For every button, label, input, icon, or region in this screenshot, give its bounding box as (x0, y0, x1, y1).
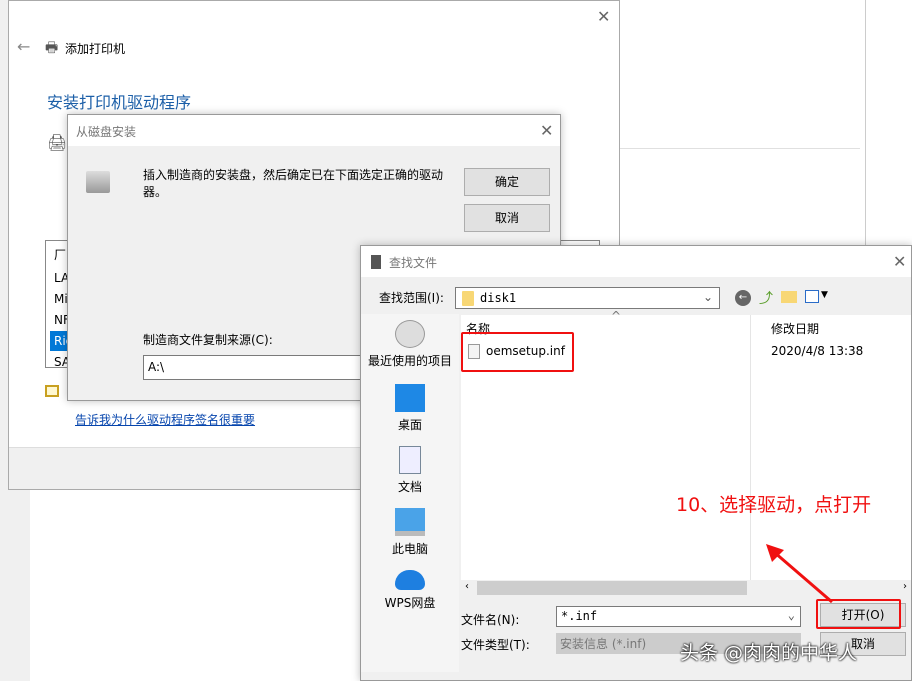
certificate-icon (45, 385, 59, 397)
window-title: 添加打印机 (65, 42, 126, 56)
view-menu-icon[interactable] (805, 290, 819, 303)
close-icon[interactable]: ✕ (597, 7, 610, 26)
up-folder-icon[interactable]: ⤴ (759, 288, 773, 308)
sort-arrow-icon: ^ (611, 309, 622, 323)
chevron-down-icon: ⌄ (787, 608, 795, 622)
annotation-text: 10、选择驱动，点打开 (676, 494, 872, 516)
annotation-arrow (766, 544, 833, 604)
close-icon[interactable]: ✕ (893, 252, 906, 271)
list-header[interactable]: 厂 (54, 245, 66, 265)
place-wps-cloud[interactable]: WPS网盘 (361, 570, 459, 611)
column-divider (750, 315, 751, 580)
chevron-down-icon[interactable]: ▼ (821, 290, 828, 300)
chevron-down-icon: ⌄ (702, 290, 713, 304)
folder-icon (462, 291, 474, 306)
dialog-title: 从磁盘安装 (76, 125, 137, 139)
disk-drive-icon (86, 171, 110, 193)
divider (620, 148, 860, 149)
computer-icon (395, 508, 425, 536)
horizontal-scrollbar[interactable]: ‹ › (461, 580, 911, 597)
desktop-icon (395, 384, 425, 412)
divider (865, 0, 866, 245)
scroll-left-icon[interactable]: ‹ (465, 581, 469, 592)
dialog-title: 查找文件 (389, 256, 438, 270)
instruction-text: 插入制造商的安装盘，然后确定已在下面选定正确的驱动器。 (143, 168, 444, 199)
driver-signing-link[interactable]: 告诉我为什么驱动程序签名很重要 (75, 411, 255, 428)
find-file-dialog: 查找文件 ✕ 查找范围(I): disk1 ⌄ ← ⤴ ▼ 最近使用的项目 桌面… (360, 245, 912, 681)
place-computer[interactable]: 此电脑 (361, 508, 459, 557)
cloud-icon (395, 570, 425, 590)
source-label: 制造商文件复制来源(C): (143, 333, 273, 347)
back-arrow-icon[interactable]: ← (17, 37, 30, 56)
place-recent[interactable]: 最近使用的项目 (361, 320, 459, 369)
new-folder-icon[interactable] (781, 291, 797, 303)
title-bar (361, 246, 911, 277)
title-bar (68, 115, 560, 146)
look-in-label: 查找范围(I): (379, 291, 444, 305)
place-desktop[interactable]: 桌面 (361, 384, 459, 433)
places-bar: 最近使用的项目 桌面 文档 此电脑 WPS网盘 (361, 314, 459, 672)
highlight-box (461, 332, 574, 372)
scrollbar-thumb[interactable] (477, 581, 747, 595)
app-icon (371, 255, 381, 269)
scroll-right-icon[interactable]: › (903, 581, 907, 592)
place-documents[interactable]: 文档 (361, 446, 459, 495)
cancel-button[interactable]: 取消 (464, 204, 550, 232)
list-item[interactable]: Mi (54, 289, 68, 309)
ok-button[interactable]: 确定 (464, 168, 550, 196)
back-icon[interactable]: ← (735, 290, 751, 306)
close-icon[interactable]: ✕ (540, 121, 553, 140)
printer-icon: 🖶 (45, 40, 59, 56)
printer-icon: 🖨 (47, 133, 68, 152)
documents-icon (399, 446, 421, 474)
watermark: 头条 @肉肉的中华人 (680, 642, 858, 664)
filetype-label: 文件类型(T): (461, 638, 530, 652)
column-modified[interactable]: 修改日期 (771, 320, 819, 337)
recent-icon (395, 320, 425, 348)
filename-label: 文件名(N): (461, 613, 520, 627)
file-modified: 2020/4/8 13:38 (771, 344, 864, 358)
page-heading: 安装打印机驱动程序 (47, 93, 192, 112)
look-in-select[interactable]: disk1 ⌄ (455, 287, 720, 309)
